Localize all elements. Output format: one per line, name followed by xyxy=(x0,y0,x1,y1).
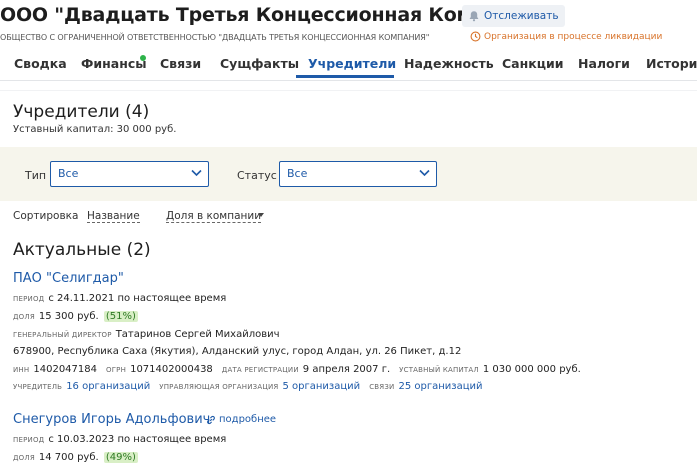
founder-name-link[interactable]: Снегуров Игорь Адольфович xyxy=(13,412,210,427)
actual-founders-title: Актуальные (2) xyxy=(13,240,151,260)
caret-down-icon[interactable] xyxy=(258,213,264,217)
type-filter-select[interactable]: Все xyxy=(50,161,209,187)
follow-label: Отслеживать xyxy=(484,10,559,22)
chevron-down-icon xyxy=(191,169,202,177)
founder-of-link[interactable]: 16 организаций xyxy=(66,381,150,392)
bell-icon xyxy=(469,11,479,22)
company-full-name: ОБЩЕСТВО С ОГРАНИЧЕННОЙ ОТВЕТСТВЕННОСТЬЮ… xyxy=(0,33,430,42)
follow-button[interactable]: Отслеживать xyxy=(462,5,565,27)
more-details-link[interactable]: подробнее xyxy=(206,414,276,425)
founder-period-row: период с 24.11.2021 по настоящее время xyxy=(13,293,227,304)
managing-org-link[interactable]: 5 организаций xyxy=(283,381,361,392)
founder-address: 678900, Республика Саха (Якутия), Алданс… xyxy=(13,346,462,357)
tab-facts[interactable]: Сущфакты xyxy=(220,56,299,71)
founder-period-row: период с 10.03.2023 по настоящее время xyxy=(13,434,227,445)
liquidation-status-text: Организация в процессе ликвидации xyxy=(484,31,663,42)
status-filter-label: Статус xyxy=(237,169,277,182)
liquidation-status: Организация в процессе ликвидации xyxy=(470,31,662,42)
sort-by-name[interactable]: Название xyxy=(87,210,140,223)
tab-finance[interactable]: Финансы xyxy=(81,56,147,71)
status-filter-select[interactable]: Все xyxy=(279,161,437,187)
tab-sanctions[interactable]: Санкции xyxy=(502,56,564,71)
tab-bar: Сводка Финансы Связи Сущфакты Учредители… xyxy=(0,48,697,78)
type-filter-value: Все xyxy=(58,167,79,180)
clock-icon xyxy=(470,31,481,42)
active-tab-indicator xyxy=(296,75,394,78)
founder-director-row: генеральный директор Татаринов Сергей Мих… xyxy=(13,329,280,340)
founder-name-link[interactable]: ПАО "Селигдар" xyxy=(13,271,124,286)
connections-link[interactable]: 25 организаций xyxy=(398,381,482,392)
share-percent-badge: (49%) xyxy=(103,452,138,463)
sort-by-share[interactable]: Доля в компании xyxy=(166,210,262,223)
founder-share-row: доля 14 700 руб. (49%) xyxy=(13,452,138,463)
link-icon xyxy=(207,415,215,424)
tab-founders[interactable]: Учредители xyxy=(308,56,396,71)
founder-requisites-row: инн 1402047184 огрн 1071402000438 дата регис… xyxy=(13,364,581,375)
founder-share-row: доля 15 300 руб. (51%) xyxy=(13,311,138,322)
tab-reliability[interactable]: Надежность xyxy=(404,56,494,71)
status-filter-value: Все xyxy=(287,167,308,180)
tab-history[interactable]: История xyxy=(646,56,697,71)
chevron-down-icon xyxy=(419,169,430,177)
company-header: ООО "Двадцать Третья Концессионная Компа… xyxy=(0,0,697,90)
sort-label: Сортировка xyxy=(13,210,79,222)
founder-relations-row: учредитель 16 организаций управляющая орга… xyxy=(13,381,483,392)
founders-title: Учредители (4) xyxy=(13,102,150,122)
finance-status-dot xyxy=(140,55,146,61)
tab-links[interactable]: Связи xyxy=(160,56,201,71)
type-filter-label: Тип xyxy=(25,169,47,182)
share-percent-badge: (51%) xyxy=(103,311,138,322)
tab-summary[interactable]: Сводка xyxy=(14,56,67,71)
authorized-capital: Уставный капитал: 30 000 руб. xyxy=(13,124,177,135)
header-divider xyxy=(0,80,697,81)
tab-taxes[interactable]: Налоги xyxy=(578,56,630,71)
